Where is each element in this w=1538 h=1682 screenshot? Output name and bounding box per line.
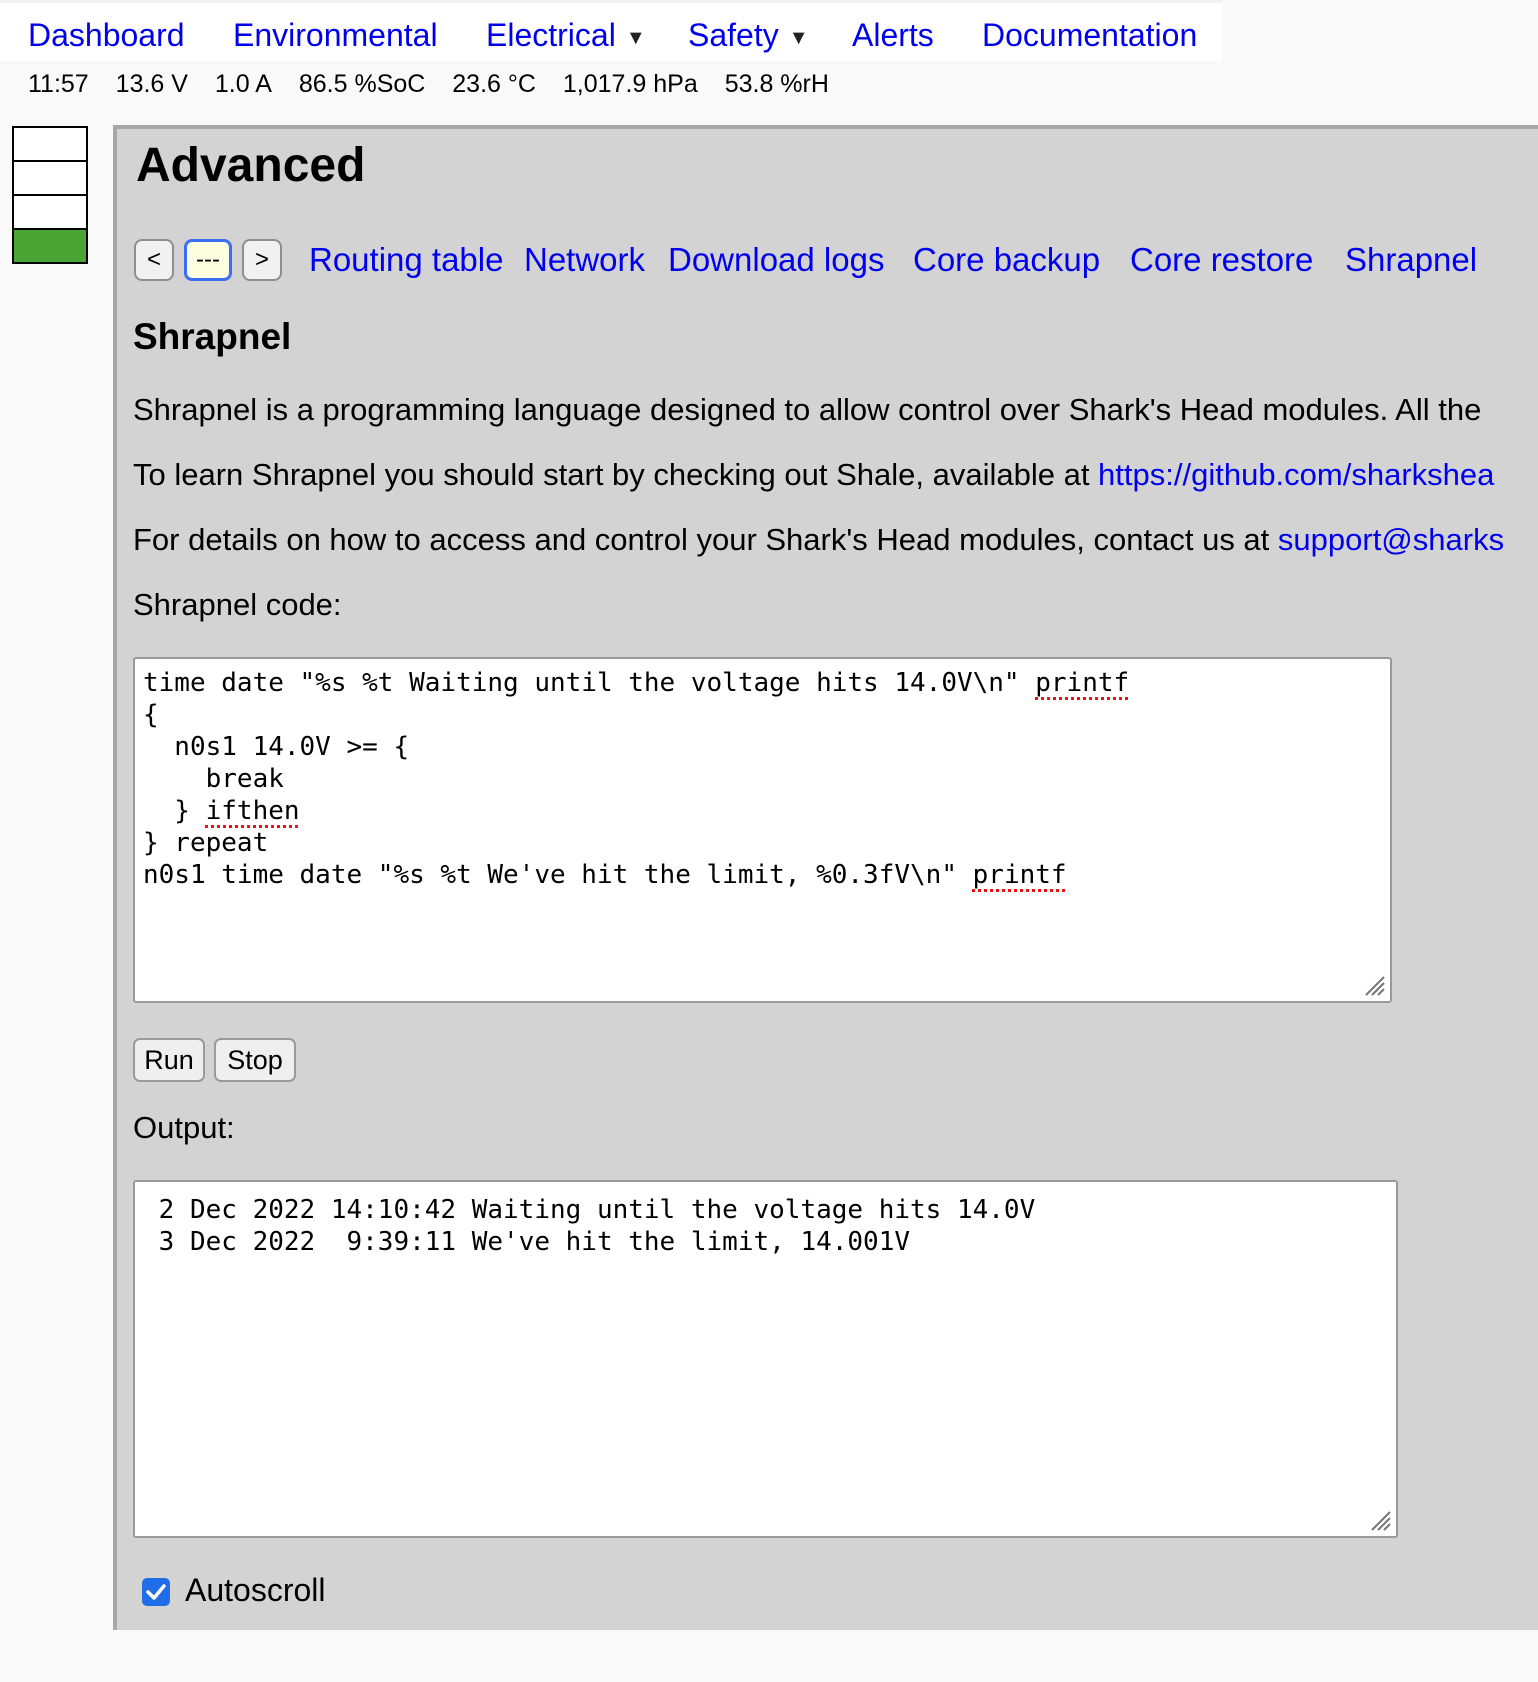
battery-meter-segment	[12, 126, 88, 162]
prev-button[interactable]: <	[134, 239, 174, 281]
battery-meter-segment-filled	[12, 228, 88, 264]
code-line: break	[143, 764, 284, 794]
chevron-down-icon: ▼	[625, 27, 646, 49]
battery-meter	[12, 126, 88, 264]
link-shrapnel[interactable]: Shrapnel	[1345, 241, 1477, 279]
code-line: n0s1 time date "%s %t We've hit the limi…	[143, 860, 1067, 890]
page-title: Advanced	[136, 139, 366, 192]
nav-electrical-label: Electrical	[486, 17, 616, 53]
nav-environmental[interactable]: Environmental	[233, 17, 438, 54]
current-page-button[interactable]: ---	[184, 239, 232, 281]
intro-paragraph: Shrapnel is a programming language desig…	[133, 392, 1482, 427]
output-box[interactable]: 2 Dec 2022 14:10:42 Waiting until the vo…	[133, 1180, 1398, 1538]
link-core-restore[interactable]: Core restore	[1130, 241, 1313, 279]
link-core-backup[interactable]: Core backup	[913, 241, 1100, 279]
nav-alerts[interactable]: Alerts	[852, 17, 934, 54]
resize-grip-icon[interactable]	[1362, 973, 1386, 997]
status-current: 1.0 A	[214, 70, 272, 98]
code-line: time date "%s %t Waiting until the volta…	[143, 668, 1130, 698]
status-temperature: 23.6 °C	[452, 70, 536, 98]
nav-electrical[interactable]: Electrical ▼	[486, 17, 646, 54]
battery-meter-segment	[12, 160, 88, 196]
resize-grip-icon[interactable]	[1368, 1508, 1392, 1532]
status-voltage: 13.6 V	[115, 70, 188, 98]
code-editor[interactable]: time date "%s %t Waiting until the volta…	[133, 657, 1392, 1003]
code-line: {	[143, 700, 159, 730]
autoscroll-checkbox[interactable]	[142, 1578, 170, 1606]
link-routing-table[interactable]: Routing table	[309, 241, 503, 279]
output-line: 2 Dec 2022 14:10:42 Waiting until the vo…	[143, 1195, 1036, 1225]
checkmark-icon	[146, 1584, 166, 1600]
link-network[interactable]: Network	[524, 241, 645, 279]
top-nav: Dashboard Environmental Electrical ▼ Safe…	[0, 0, 1222, 61]
next-button[interactable]: >	[242, 239, 282, 281]
code-line: n0s1 14.0V >= {	[143, 732, 410, 762]
code-line: } ifthen	[143, 796, 300, 826]
code-label: Shrapnel code:	[133, 587, 342, 622]
nav-documentation[interactable]: Documentation	[982, 17, 1197, 54]
output-line: 3 Dec 2022 9:39:11 We've hit the limit, …	[143, 1227, 911, 1257]
learn-paragraph: To learn Shrapnel you should start by ch…	[133, 457, 1494, 493]
contact-text: For details on how to access and control…	[133, 522, 1278, 557]
learn-text: To learn Shrapnel you should start by ch…	[133, 457, 1099, 492]
github-link[interactable]: https://github.com/sharkshea	[1098, 457, 1494, 492]
battery-meter-segment	[12, 194, 88, 230]
stop-button[interactable]: Stop	[214, 1038, 296, 1082]
code-line: } repeat	[143, 828, 269, 858]
output-label: Output:	[133, 1110, 235, 1145]
autoscroll-label: Autoscroll	[185, 1572, 326, 1608]
section-title: Shrapnel	[133, 316, 292, 357]
link-download-logs[interactable]: Download logs	[668, 241, 884, 279]
status-time: 11:57	[28, 70, 89, 98]
run-button[interactable]: Run	[133, 1038, 205, 1082]
support-email-link[interactable]: support@sharks	[1278, 522, 1504, 557]
chevron-down-icon: ▼	[788, 27, 809, 49]
status-bar: 11:57 13.6 V 1.0 A 86.5 %SoC 23.6 °C 1,0…	[28, 70, 849, 99]
status-soc: 86.5 %SoC	[298, 70, 426, 98]
nav-safety[interactable]: Safety ▼	[688, 17, 809, 54]
contact-paragraph: For details on how to access and control…	[133, 522, 1504, 558]
nav-safety-label: Safety	[688, 17, 779, 53]
status-humidity: 53.8 %rH	[724, 70, 829, 98]
status-pressure: 1,017.9 hPa	[562, 70, 698, 98]
nav-dashboard[interactable]: Dashboard	[28, 17, 185, 54]
